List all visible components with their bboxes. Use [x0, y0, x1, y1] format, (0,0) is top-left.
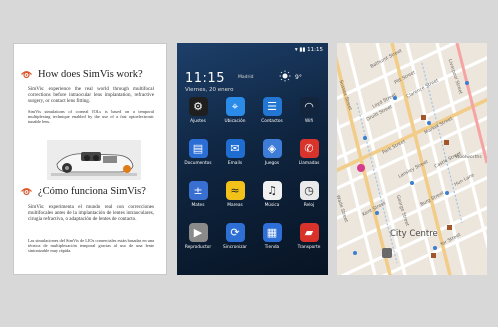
map-area-label: City Centre — [390, 229, 438, 239]
app-label: Mates — [191, 203, 205, 208]
map-poi-label: Woolworths — [455, 155, 482, 160]
english-paragraph-1: SimVis: experience the real world throug… — [28, 86, 154, 104]
eye-logo-icon — [21, 71, 32, 79]
spanish-heading: ¿Cómo funciona SimVis? — [38, 186, 146, 197]
triptych-composite: How does SimVis work? SimVis: experience… — [0, 0, 498, 327]
device-illustration — [47, 140, 141, 180]
map-poi-marker — [357, 164, 365, 172]
app-wifi[interactable]: ◠ Wifi — [291, 97, 327, 124]
app-gamepad[interactable]: ◈ Juegos — [254, 139, 290, 166]
app-label: Reproductor — [184, 245, 212, 250]
spanish-paragraph-1: SimVis: experimenta el mundo real con co… — [28, 204, 154, 222]
app-label: Ubicación — [224, 119, 246, 124]
documents-icon: ▤ — [188, 139, 208, 158]
status-time: 11:15 — [307, 47, 323, 53]
music-icon: ♫ — [262, 181, 282, 200]
settings-icon: ⚙ — [188, 97, 208, 116]
clock-widget[interactable]: 11:15 — [185, 71, 225, 86]
app-contacts[interactable]: ☰ Contactos — [254, 97, 290, 124]
eye-logo-icon — [21, 188, 32, 196]
app-music[interactable]: ♫ Música — [254, 181, 290, 208]
app-location-pin[interactable]: ⌖ Ubicación — [217, 97, 253, 124]
app-email[interactable]: ✉ Emails — [217, 139, 253, 166]
app-label: Llamadas — [298, 161, 320, 166]
wifi-icon: ◠ — [299, 97, 319, 116]
app-phone[interactable]: ✆ Llamadas — [291, 139, 327, 166]
status-bar: ▾ ▮▮ 11:15 — [294, 47, 323, 53]
app-documents[interactable]: ▤ Documentos — [180, 139, 216, 166]
app-clock[interactable]: ◷ Reloj — [291, 181, 327, 208]
english-heading: How does SimVis work? — [38, 69, 143, 80]
simvis-device-photo — [47, 140, 141, 180]
app-label: Wifi — [304, 119, 314, 124]
app-label: Juegos — [264, 161, 280, 166]
temperature: 9° — [295, 74, 302, 81]
email-icon: ✉ — [225, 139, 245, 158]
app-label: Reloj — [303, 203, 315, 208]
clock-icon: ◷ — [299, 181, 319, 200]
app-label: Sincronizar — [223, 245, 247, 250]
location-pin-icon: ⌖ — [225, 97, 245, 116]
car-icon: ▰ — [299, 223, 319, 242]
app-label: Documentos — [184, 161, 212, 166]
phone-home-screen: ▾ ▮▮ 11:15 11:15 Madrid Viernes, 20 ener… — [177, 43, 328, 275]
app-car[interactable]: ▰ Transporte — [291, 223, 327, 250]
app-play[interactable]: ▶ Reproductor — [180, 223, 216, 250]
simvis-document-page: How does SimVis work? SimVis: experience… — [13, 43, 167, 275]
app-label: Tienda — [264, 245, 280, 250]
english-paragraph-2: SimVis simulations of corneal IOLs is ba… — [28, 109, 154, 124]
app-store[interactable]: ▦ Tienda — [254, 223, 290, 250]
app-label: Emails — [227, 161, 243, 166]
app-label: Ajustes — [190, 119, 206, 124]
english-heading-row: How does SimVis work? — [20, 69, 143, 80]
app-sync[interactable]: ⟳ Sincronizar — [217, 223, 253, 250]
sun-weather-icon — [279, 70, 291, 82]
sync-icon: ⟳ — [225, 223, 245, 242]
tides-icon: ≈ — [225, 181, 245, 200]
app-settings[interactable]: ⚙ Ajustes — [180, 97, 216, 124]
play-icon: ▶ — [188, 223, 208, 242]
street-map[interactable]: Bathurst Street Pitt Street Sussex Stree… — [337, 43, 487, 275]
spanish-heading-row: ¿Cómo funciona SimVis? — [20, 186, 146, 197]
calculator-icon: ± — [188, 181, 208, 200]
gamepad-icon: ◈ — [262, 139, 282, 158]
app-calculator[interactable]: ± Mates — [180, 181, 216, 208]
app-label: Transporte — [297, 245, 321, 250]
app-tides[interactable]: ≈ Mareas — [217, 181, 253, 208]
spanish-paragraph-2: Las simulaciones del SimVis de LIOs come… — [28, 238, 154, 253]
phone-icon: ✆ — [299, 139, 319, 158]
store-icon: ▦ — [262, 223, 282, 242]
contacts-icon: ☰ — [262, 97, 282, 116]
clock-date: Viernes, 20 enero — [185, 87, 234, 93]
clock-city: Madrid — [238, 75, 254, 80]
app-label: Contactos — [261, 119, 283, 124]
app-label: Música — [264, 203, 280, 208]
app-label: Mareas — [227, 203, 243, 208]
